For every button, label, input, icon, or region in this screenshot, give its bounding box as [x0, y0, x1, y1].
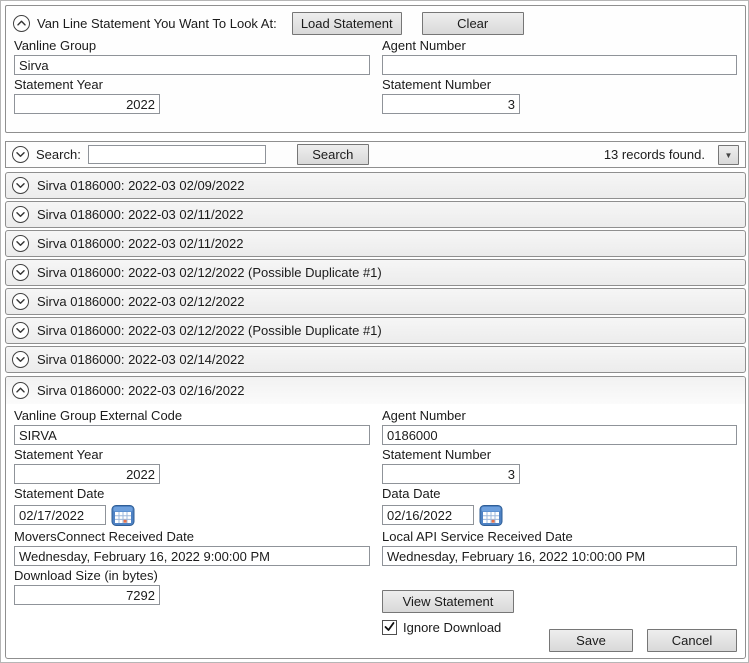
save-button[interactable]: Save	[549, 629, 633, 652]
load-statement-button[interactable]: Load Statement	[291, 12, 402, 35]
local-api-service-received-date-label: Local API Service Received Date	[382, 529, 573, 544]
chevron-down-icon: ▼	[724, 150, 733, 160]
chevron-down-icon[interactable]	[12, 177, 29, 194]
statement-row-title: Sirva 0186000: 2022-03 02/09/2022	[37, 178, 245, 193]
checkmark-icon	[383, 620, 396, 636]
chevron-down-icon[interactable]	[12, 322, 29, 339]
records-found-text: 13 records found.	[603, 147, 705, 162]
statement-lookup-header: Van Line Statement You Want To Look At: …	[6, 6, 745, 36]
expanded-statement-panel: Sirva 0186000: 2022-03 02/16/2022 Vanlin…	[5, 376, 746, 659]
search-button[interactable]: Search	[296, 144, 369, 165]
van-line-statement-window: Van Line Statement You Want To Look At: …	[0, 0, 749, 663]
statement-row[interactable]: Sirva 0186000: 2022-03 02/11/2022	[5, 201, 746, 228]
statement-date-calendar-button[interactable]	[111, 503, 135, 527]
statement-row-title: Sirva 0186000: 2022-03 02/12/2022	[37, 294, 245, 309]
data-date-calendar-button[interactable]	[479, 503, 503, 527]
statement-row-title: Sirva 0186000: 2022-03 02/14/2022	[37, 352, 245, 367]
search-input[interactable]	[87, 145, 266, 164]
vanline-group-input[interactable]	[14, 55, 370, 75]
agent-number-input[interactable]	[382, 55, 737, 75]
chevron-down-icon[interactable]	[12, 351, 29, 368]
statement-detail-form: Vanline Group External Code Agent Number…	[6, 404, 745, 635]
footer-buttons: Save Cancel	[549, 629, 737, 652]
statement-year-label: Statement Year	[14, 447, 103, 462]
ignore-download-checkbox[interactable]	[382, 620, 397, 635]
clear-button[interactable]: Clear	[421, 12, 524, 35]
statement-lookup-title: Van Line Statement You Want To Look At:	[37, 16, 277, 31]
expanded-statement-row-title: Sirva 0186000: 2022-03 02/16/2022	[37, 383, 245, 398]
expanded-statement-row[interactable]: Sirva 0186000: 2022-03 02/16/2022	[6, 377, 745, 404]
data-date-label: Data Date	[382, 486, 441, 501]
cancel-button[interactable]: Cancel	[647, 629, 737, 652]
search-panel: Search: Search 13 records found. ▼	[5, 141, 746, 168]
moversconnect-received-date-input[interactable]	[14, 546, 370, 566]
statement-number-input[interactable]	[382, 94, 520, 114]
statement-number-input[interactable]	[382, 464, 520, 484]
statement-year-input[interactable]	[14, 94, 160, 114]
vanline-group-label: Vanline Group	[14, 38, 97, 53]
statement-row[interactable]: Sirva 0186000: 2022-03 02/12/2022	[5, 288, 746, 315]
chevron-down-icon[interactable]	[12, 264, 29, 281]
vanline-group-external-code-input[interactable]	[14, 425, 370, 445]
statement-row-title: Sirva 0186000: 2022-03 02/11/2022	[37, 207, 244, 222]
agent-number-label: Agent Number	[382, 408, 466, 423]
chevron-down-icon[interactable]	[12, 293, 29, 310]
vanline-group-external-code-label: Vanline Group External Code	[14, 408, 183, 423]
statement-number-label: Statement Number	[382, 77, 492, 92]
chevron-up-icon[interactable]	[12, 382, 29, 399]
statement-date-input[interactable]	[14, 505, 106, 525]
search-expander-icon[interactable]	[12, 146, 29, 163]
records-dropdown-button[interactable]: ▼	[718, 144, 739, 165]
statement-year-input[interactable]	[14, 464, 160, 484]
collapse-expander-icon[interactable]	[13, 15, 30, 32]
statement-row-title: Sirva 0186000: 2022-03 02/12/2022 (Possi…	[37, 265, 382, 280]
statement-row[interactable]: Sirva 0186000: 2022-03 02/12/2022 (Possi…	[5, 259, 746, 286]
agent-number-label: Agent Number	[382, 38, 466, 53]
statement-row[interactable]: Sirva 0186000: 2022-03 02/12/2022 (Possi…	[5, 317, 746, 344]
agent-number-input[interactable]	[382, 425, 737, 445]
statement-row[interactable]: Sirva 0186000: 2022-03 02/09/2022	[5, 172, 746, 199]
view-statement-button[interactable]: View Statement	[382, 590, 514, 613]
statement-row[interactable]: Sirva 0186000: 2022-03 02/11/2022	[5, 230, 746, 257]
statement-row-title: Sirva 0186000: 2022-03 02/11/2022	[37, 236, 244, 251]
statement-list: Sirva 0186000: 2022-03 02/09/2022 Sirva …	[5, 172, 746, 375]
search-label: Search:	[36, 147, 81, 162]
statement-number-label: Statement Number	[382, 447, 492, 462]
moversconnect-received-date-label: MoversConnect Received Date	[14, 529, 194, 544]
ignore-download-label: Ignore Download	[403, 620, 502, 635]
chevron-down-icon[interactable]	[12, 235, 29, 252]
statement-year-label: Statement Year	[14, 77, 103, 92]
statement-date-label: Statement Date	[14, 486, 105, 501]
statement-lookup-group: Van Line Statement You Want To Look At: …	[5, 5, 746, 133]
lookup-fields: Vanline Group Agent Number Statement Yea…	[6, 36, 745, 114]
chevron-down-icon[interactable]	[12, 206, 29, 223]
download-size-label: Download Size (in bytes)	[14, 568, 158, 583]
download-size-input[interactable]	[14, 585, 160, 605]
data-date-input[interactable]	[382, 505, 474, 525]
local-api-service-received-date-input[interactable]	[382, 546, 737, 566]
statement-row-title: Sirva 0186000: 2022-03 02/12/2022 (Possi…	[37, 323, 382, 338]
statement-row[interactable]: Sirva 0186000: 2022-03 02/14/2022	[5, 346, 746, 373]
